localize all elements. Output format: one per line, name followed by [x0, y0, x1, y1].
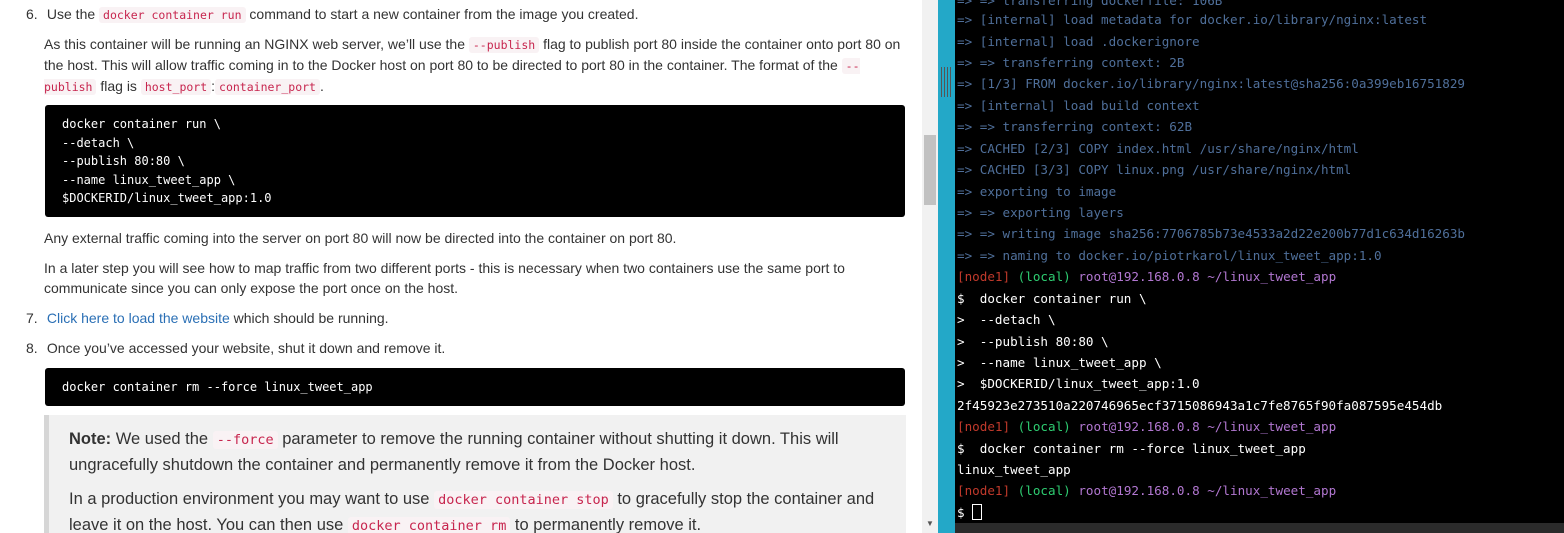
- step-6: 6. Use the docker container run command …: [26, 4, 639, 25]
- terminal[interactable]: => => transferring dockerfile: 106B => […: [955, 0, 1564, 533]
- prompt-local: (local): [1017, 483, 1071, 498]
- code-line: --name linux_tweet_app \: [62, 172, 236, 187]
- terminal-line: => => naming to docker.io/piotrkarol/lin…: [957, 248, 1382, 263]
- terminal-cursor: [972, 504, 983, 520]
- note-callout: Note: We used the --force parameter to r…: [44, 415, 906, 533]
- note-label: Note:: [69, 430, 112, 448]
- terminal-line: $ docker container rm --force linux_twee…: [957, 441, 1306, 456]
- terminal-line: => [1/3] FROM docker.io/library/nginx:la…: [957, 76, 1465, 91]
- inline-code-force: --force: [212, 431, 278, 449]
- terminal-line: => exporting to image: [957, 184, 1117, 199]
- terminal-line: => => exporting layers: [957, 205, 1124, 220]
- terminal-input-line[interactable]: $: [957, 502, 983, 523]
- terminal-line: $ docker container run \: [957, 291, 1147, 306]
- prompt-node: [node1]: [957, 269, 1011, 284]
- prompt-local: (local): [1017, 269, 1071, 284]
- terminal-line: => CACHED [2/3] COPY index.html /usr/sha…: [957, 141, 1359, 156]
- code-line: --publish 80:80 \: [62, 154, 185, 168]
- terminal-line: > --publish 80:80 \: [957, 334, 1109, 349]
- step-number: 8.: [26, 340, 38, 356]
- terminal-line: => [internal] load metadata for docker.i…: [957, 12, 1428, 27]
- publish-text-1: As this container will be running an NGI…: [44, 36, 465, 52]
- step-8-text: Once you’ve accessed your website, shut …: [46, 340, 446, 356]
- step-7-text-post: which should be running.: [233, 310, 389, 326]
- load-website-link[interactable]: Click here to load the website: [47, 310, 230, 326]
- step-7: 7. Click here to load the website which …: [26, 308, 389, 328]
- prompt-local: (local): [1017, 419, 1071, 434]
- step-number: 7.: [26, 310, 38, 326]
- terminal-line: => CACHED [3/3] COPY linux.png /usr/shar…: [957, 162, 1352, 177]
- rm-output: linux_tweet_app: [957, 462, 1071, 477]
- publish-text-3: flag is: [100, 78, 137, 94]
- prompt-node: [node1]: [957, 483, 1011, 498]
- terminal-line: > --name linux_tweet_app \: [957, 355, 1162, 370]
- cursor-prompt: $: [957, 505, 965, 520]
- code-line: docker container run \: [62, 117, 221, 131]
- inline-code-docker-run: docker container run: [99, 7, 246, 23]
- inline-code-container-stop: docker container stop: [434, 491, 613, 509]
- terminal-line: => [internal] load build context: [957, 98, 1200, 113]
- scroll-down-arrow-icon[interactable]: ▼: [925, 519, 935, 531]
- inline-code-container-port: container_port: [215, 79, 320, 95]
- code-line: docker container rm --force linux_tweet_…: [62, 380, 373, 394]
- terminal-line: > $DOCKERID/linux_tweet_app:1.0: [957, 376, 1200, 391]
- publish-text-end: .: [319, 78, 324, 94]
- instructions-scrollbar[interactable]: ▼: [922, 0, 938, 533]
- step-8: 8. Once you’ve accessed your website, sh…: [26, 338, 445, 358]
- instructions-panel: 6. Use the docker container run command …: [0, 0, 922, 533]
- container-id-output: 2f45923e273510a220746965ecf3715086943a1c…: [957, 398, 1443, 413]
- later-step-paragraph: In a later step you will see how to map …: [44, 260, 845, 296]
- scrollbar-thumb[interactable]: [924, 135, 936, 205]
- prompt-dir: ~/linux_tweet_app: [1207, 419, 1337, 434]
- terminal-line: => => transferring context: 62B: [957, 119, 1193, 134]
- inline-code-publish: --publish: [468, 37, 540, 53]
- note-text: In a production environment you may want…: [69, 490, 430, 508]
- terminal-prompt: [node1] (local) root@192.168.0.8 ~/linux…: [957, 266, 1336, 287]
- publish-paragraph: As this container will be running an NGI…: [44, 34, 906, 97]
- prompt-node: [node1]: [957, 419, 1011, 434]
- prompt-dir: ~/linux_tweet_app: [1207, 269, 1337, 284]
- note-paragraph-1: Note: We used the --force parameter to r…: [69, 427, 886, 478]
- prompt-host: root@192.168.0.8: [1078, 419, 1200, 434]
- prompt-dir: ~/linux_tweet_app: [1207, 483, 1337, 498]
- code-line: $DOCKERID/linux_tweet_app:1.0: [62, 191, 272, 205]
- terminal-line: > --detach \: [957, 312, 1056, 327]
- rm-code-block[interactable]: docker container rm --force linux_tweet_…: [45, 368, 905, 406]
- note-paragraph-2: In a production environment you may want…: [69, 487, 886, 533]
- step-6-text-post: command to start a new container from th…: [249, 6, 639, 22]
- terminal-line: => => writing image sha256:7706785b73e45…: [957, 226, 1465, 241]
- inline-code-container-rm: docker container rm: [347, 517, 511, 533]
- step-number: 6.: [26, 6, 38, 22]
- code-line: --detach \: [62, 135, 135, 150]
- inline-code-host-port: host_port: [140, 79, 212, 95]
- terminal-prompt: [node1] (local) root@192.168.0.8 ~/linux…: [957, 416, 1336, 437]
- terminal-line: => => transferring context: 2B: [957, 55, 1185, 70]
- resize-grip-icon[interactable]: [941, 67, 951, 97]
- prompt-host: root@192.168.0.8: [1078, 269, 1200, 284]
- step-6-text-pre: Use the: [46, 6, 96, 22]
- external-traffic-paragraph: Any external traffic coming into the ser…: [44, 230, 677, 246]
- prompt-host: root@192.168.0.8: [1078, 483, 1200, 498]
- note-text: We used the: [115, 430, 209, 448]
- terminal-line: => [internal] load .dockerignore: [957, 34, 1200, 49]
- run-code-block[interactable]: docker container run \ --detach \ --publ…: [45, 105, 905, 217]
- terminal-bottom-bar: [955, 523, 1564, 533]
- note-text: to permanently remove it.: [514, 516, 702, 533]
- terminal-prompt: [node1] (local) root@192.168.0.8 ~/linux…: [957, 480, 1336, 501]
